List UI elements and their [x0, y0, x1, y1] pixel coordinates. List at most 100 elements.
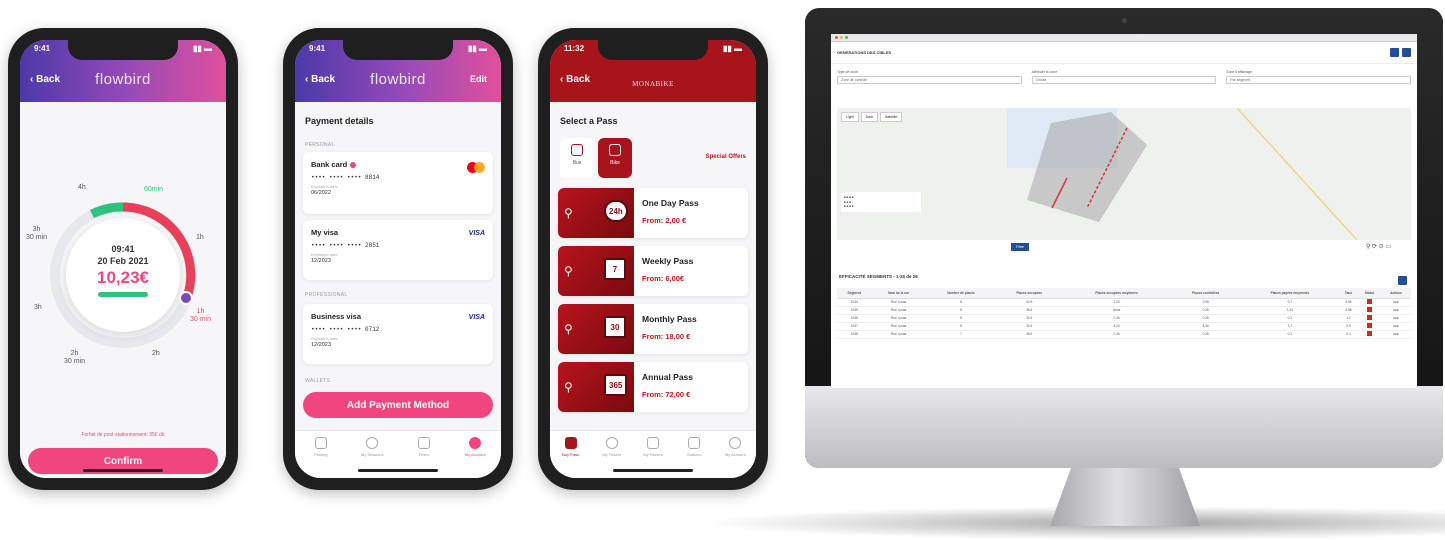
visa-logo: VISA [468, 230, 485, 237]
visa-logo: VISA [468, 314, 485, 321]
expiry-label: Expiration date [311, 252, 338, 257]
pass-price: From: 6,00€ [642, 274, 685, 283]
monitor-stand [1050, 468, 1200, 526]
battery-icon: ▮▮ ▬ [467, 44, 487, 53]
bike-icon: ⚲ [564, 322, 573, 336]
filter-assign-zone[interactable]: Attribuer la zone Choisir [1031, 70, 1217, 84]
battery-icon: ▮▮ ▬ [192, 44, 212, 53]
expiry-label: Expiration date [311, 184, 338, 189]
card-name: Bank card [311, 160, 485, 169]
table-row[interactable]: 1238 Rue Lucas 7 26,5 0,34 0,36 0,3 0,4 ●●● [837, 330, 1411, 339]
edit-button[interactable]: Edit [470, 74, 487, 84]
bike-icon [609, 144, 621, 156]
session-date: 20 Feb 2021 [97, 256, 149, 266]
dial-label-2h30: 2h 30 min [64, 350, 86, 365]
phone-screen: 9:41 ▮▮ ▬ ‹ Back flowbird 4h 60min 3h 30 m… [20, 40, 226, 478]
bike-icon: ⚲ [564, 380, 573, 394]
desktop-monitor: GENERATIONS DES CIBLES Type de zone Zone … [805, 8, 1443, 468]
map-legend: ■ ■ ■ ■ ■ ■ ■ ■ ■ ■ ■ [841, 192, 921, 212]
notch [68, 40, 178, 60]
dial-handle [179, 291, 193, 305]
web-app-screen: GENERATIONS DES CIBLES Type de zone Zone … [831, 34, 1417, 388]
pass-image: ⚲ 24h [558, 188, 634, 238]
col-header: Statut [1357, 288, 1381, 299]
export-button[interactable] [1390, 47, 1399, 57]
mastercard-icon [467, 162, 485, 173]
settings-button[interactable] [1402, 47, 1411, 57]
phone-screen: 9:41 ▮▮ ▬ ‹ Back flowbird Edit Payment de… [295, 40, 501, 478]
dial-label-3h30: 3h 30 min [26, 226, 48, 241]
expiry-date: 12/2023 [311, 258, 331, 264]
session-price: 10,23€ [97, 268, 149, 287]
section-wallets: WALLETS [305, 378, 331, 384]
pass-card-weekly[interactable]: ⚲ 7 Weekly Pass From: 6,00€ [558, 246, 748, 296]
monitor-chin [805, 386, 1443, 468]
status-icon [1366, 299, 1372, 304]
bus-icon [571, 144, 583, 156]
pass-name: Weekly Pass [642, 256, 694, 266]
pass-card-one-day[interactable]: ⚲ 24h One Day Pass From: 2,00 € [558, 188, 748, 238]
tab-my-account[interactable]: My Account [716, 437, 754, 478]
status-time: 9:41 [309, 44, 326, 53]
status-icon [1366, 331, 1372, 336]
pass-name: Annual Pass [642, 372, 694, 382]
toggle-bus[interactable]: Bus [560, 138, 594, 178]
default-indicator-icon [350, 162, 357, 169]
table-row[interactable]: 1237 Rue Lucas 8 32,5 4,24 4,36 3,7 0,9 ●●● [837, 322, 1411, 331]
filter-button[interactable]: Filtre [1011, 243, 1029, 251]
duration-dial[interactable]: 4h 60min 3h 30 min 1h 3h 1h 30 min 2h 30 mi… [20, 172, 226, 402]
pass-image: ⚲ 365 [558, 362, 634, 412]
card-name: Business visa [311, 312, 362, 321]
filter-zone-type[interactable]: Type de zone Zone de contrôle [837, 70, 1022, 84]
pass-price: From: 18,00 € [642, 332, 691, 341]
phone-select-pass: 11:32 ▮▮ ▬ ‹ Back MONABIKE Select a Pass … [538, 28, 768, 490]
payment-card-bank[interactable]: Bank card •••• •••• •••• 8814 Expiration… [303, 152, 493, 214]
col-header: Places contrôlées [1170, 288, 1241, 299]
phone-payment-details: 9:41 ▮▮ ▬ ‹ Back flowbird Edit Payment de… [283, 28, 513, 490]
filter-display-zone[interactable]: Zone d'affichage Par segment [1226, 70, 1412, 84]
payment-card-visa[interactable]: My visa •••• •••• •••• 2851 Expiration d… [303, 220, 493, 280]
dial-label-4h: 4h [78, 184, 86, 191]
dial-label-2h: 2h [152, 350, 160, 357]
pass-image: ⚲ 7 [558, 246, 634, 296]
pass-icon [646, 437, 659, 449]
map-tab-light[interactable]: Light [841, 112, 859, 122]
home-indicator [613, 469, 693, 472]
city-map[interactable]: Light Dark Satellite ■ ■ ■ ■ ■ ■ ■ ■ ■ ■ ■ [837, 108, 1411, 240]
clock-icon [605, 437, 618, 449]
filter-row: Type de zone Zone de contrôle Attribuer l… [831, 64, 1417, 90]
table-row[interactable]: 1236 Rue Lucas 8 32,5 0,34 0,36 0,3 1,2 ●●● [837, 314, 1411, 323]
status-icon [1366, 315, 1372, 320]
fines-icon [417, 437, 430, 449]
notch [598, 40, 708, 60]
special-offers-link[interactable]: Special Offers [706, 154, 746, 160]
pass-card-monthly[interactable]: ⚲ 30 Monthly Pass From: 18,00 € [558, 304, 748, 354]
pass-card-annual[interactable]: ⚲ 365 Annual Pass From: 72,00 € [558, 362, 748, 412]
dial-label-60min: 60min [144, 186, 164, 193]
phone-screen: 11:32 ▮▮ ▬ ‹ Back MONABIKE Select a Pass … [550, 40, 756, 478]
fine-notice: Forfait de post-stationnement: 35€ dû [81, 432, 165, 438]
status-time: 9:41 [34, 44, 51, 53]
pass-badge: 365 [604, 374, 628, 396]
parking-icon [314, 437, 327, 449]
payment-card-business[interactable]: Business visa •••• •••• •••• 0712 Expira… [303, 304, 493, 364]
section-personal: PERSONAL [305, 142, 335, 148]
map-tool-icons[interactable]: ⚲ ⟳ ⊙ ▭ [1366, 243, 1391, 250]
tab-parking[interactable]: Parking [302, 437, 340, 478]
map-tab-satellite[interactable]: Satellite [879, 112, 903, 122]
tab-buy-pass[interactable]: Buy Pass [552, 437, 590, 478]
map-tab-dark[interactable]: Dark [860, 112, 878, 122]
expiry-date: 06/2022 [311, 190, 331, 196]
status-time: 11:32 [564, 44, 585, 53]
col-header: Taux [1339, 288, 1358, 299]
bike-icon: ⚲ [564, 206, 573, 220]
table-row[interactable]: 1235 Rue Lucas 8 38,5 Anna 0,36 1,24 0,88 ●●● [837, 306, 1411, 315]
add-payment-method-button[interactable]: Add Payment Method [303, 392, 493, 418]
toggle-bike[interactable]: Bike [598, 138, 632, 178]
tab-my-account[interactable]: My Account [456, 437, 494, 478]
notch [343, 40, 453, 60]
pass-price: From: 72,00 € [642, 390, 691, 399]
map-toolbar: Filtre ⚲ ⟳ ⊙ ▭ [837, 243, 1411, 257]
table-row[interactable]: 1234 Rue Lucas 8 42% 1,24 0,96 0,7 0,55 ●●● [837, 298, 1411, 307]
card-number: •••• •••• •••• 2851 [311, 242, 380, 249]
